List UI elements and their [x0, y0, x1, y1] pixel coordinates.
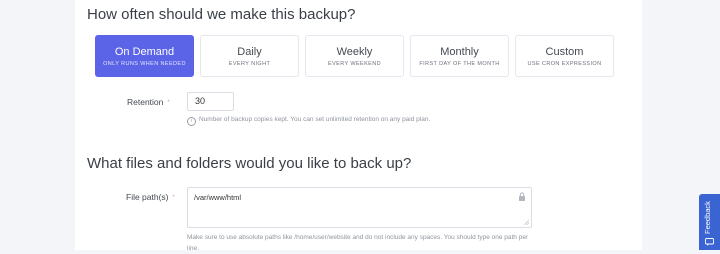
frequency-option-custom[interactable]: Custom USE CRON EXPRESSION [515, 35, 614, 77]
frequency-option-title: Daily [237, 46, 262, 58]
file-paths-textarea[interactable]: /var/www/html [187, 187, 532, 228]
feedback-tab[interactable]: Feedback [699, 194, 720, 250]
frequency-option-title: Monthly [440, 46, 479, 58]
file-paths-label: File path(s) * [126, 192, 175, 202]
required-mark: * [167, 100, 170, 106]
frequency-option-title: Weekly [336, 46, 373, 58]
retention-input[interactable]: 30 [187, 92, 234, 111]
file-paths-label-text: File path(s) [126, 192, 169, 202]
backup-form-panel: How often should we make this backup? On… [75, 0, 642, 252]
retention-help: i Number of backup copies kept. You can s… [187, 116, 430, 126]
retention-label: Retention * [127, 97, 170, 107]
retention-help-text: Number of backup copies kept. You can se… [199, 116, 431, 123]
schedule-heading: How often should we make this backup? [87, 6, 356, 23]
file-paths-help: Make sure to use absolute paths like /ho… [187, 234, 529, 252]
resize-handle-icon[interactable] [524, 220, 529, 225]
frequency-option-on-demand[interactable]: On Demand ONLY RUNS WHEN NEEDED [95, 35, 194, 77]
lock-icon [519, 192, 525, 201]
file-paths-value: /var/www/html [194, 193, 242, 202]
info-icon: i [187, 117, 196, 126]
frequency-option-weekly[interactable]: Weekly EVERY WEEKEND [305, 35, 404, 77]
frequency-option-subtitle: ONLY RUNS WHEN NEEDED [103, 61, 186, 67]
retention-label-text: Retention [127, 97, 164, 107]
chat-bubble-icon [705, 238, 714, 246]
frequency-option-subtitle: EVERY WEEKEND [328, 61, 381, 67]
required-mark: * [172, 195, 175, 201]
files-heading: What files and folders would you like to… [87, 155, 412, 172]
frequency-option-subtitle: USE CRON EXPRESSION [527, 61, 602, 67]
frequency-option-daily[interactable]: Daily EVERY NIGHT [200, 35, 299, 77]
frequency-option-subtitle: EVERY NIGHT [228, 61, 271, 67]
frequency-option-title: Custom [545, 46, 584, 58]
feedback-tab-label: Feedback [703, 201, 712, 234]
frequency-option-monthly[interactable]: Monthly FIRST DAY OF THE MONTH [410, 35, 509, 77]
frequency-option-title: On Demand [114, 46, 175, 58]
frequency-option-subtitle: FIRST DAY OF THE MONTH [419, 61, 500, 67]
